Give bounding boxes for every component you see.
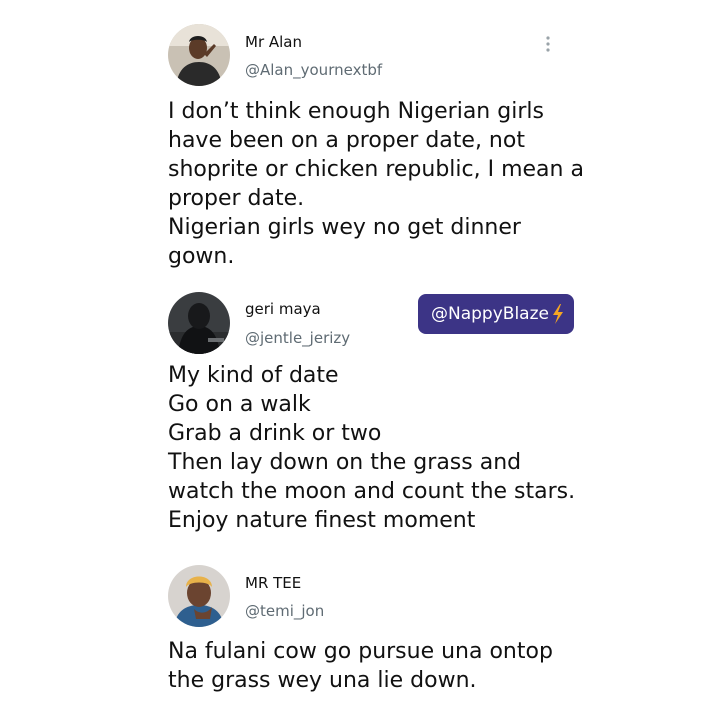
user-handle[interactable]: @Alan_yournextbf [245, 61, 382, 79]
display-name[interactable]: MR TEE [245, 574, 301, 592]
tweet-text: My kind of date Go on a walk Grab a drin… [168, 363, 576, 533]
profile-photo-icon [168, 565, 230, 627]
watermark-badge: @NappyBlaze [418, 294, 574, 334]
tweet-text: I don’t think enough Nigerian girls have… [168, 99, 584, 269]
avatar[interactable] [168, 24, 230, 86]
user-handle[interactable]: @temi_jon [245, 602, 324, 620]
profile-photo-icon [168, 292, 230, 354]
display-name[interactable]: geri maya [245, 300, 321, 318]
user-handle[interactable]: @jentle_jerizy [245, 329, 350, 347]
more-vertical-icon[interactable] [543, 35, 553, 53]
lightning-bolt-icon [552, 304, 564, 324]
avatar[interactable] [168, 292, 230, 354]
tweet-screenshot-page: Mr Alan @Alan_yournextbf I don’t think e… [0, 0, 720, 720]
display-name[interactable]: Mr Alan [245, 33, 302, 51]
profile-photo-icon [168, 24, 230, 86]
watermark-label: @NappyBlaze [431, 304, 549, 324]
tweet-text: Na fulani cow go pursue una ontop the gr… [168, 639, 553, 693]
avatar[interactable] [168, 565, 230, 627]
